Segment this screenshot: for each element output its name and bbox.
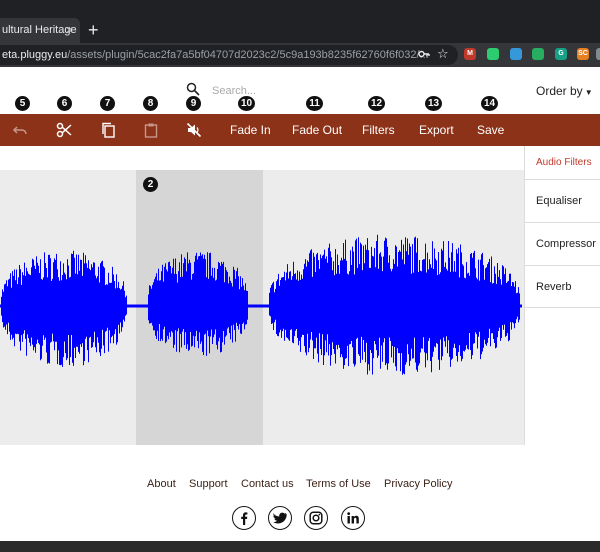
browser-tab-bar: ultural Heritage × +	[0, 0, 600, 43]
close-tab-icon[interactable]: ×	[66, 19, 73, 41]
annotation-badge: 8	[143, 96, 158, 111]
annotation-badge: 5	[15, 96, 30, 111]
fade-out-button[interactable]: Fade Out	[292, 114, 342, 146]
annotation-badge: 14	[481, 96, 498, 111]
facebook-icon[interactable]	[232, 506, 256, 530]
audio-waveform[interactable]	[0, 170, 525, 445]
order-by-dropdown[interactable]: Order by ▼	[536, 84, 593, 98]
address-bar-text: eta.pluggy.eu/assets/plugin/5cac2fa7a5bf…	[2, 45, 429, 65]
copy-icon[interactable]	[100, 122, 116, 138]
new-tab-button[interactable]: +	[88, 20, 99, 40]
annotation-badge: 13	[425, 96, 442, 111]
bookmark-star-icon[interactable]: ☆	[437, 47, 449, 61]
waveform-path	[0, 234, 522, 375]
browser-extension-icon[interactable]	[596, 48, 600, 60]
search-input[interactable]	[212, 82, 372, 100]
filters-button[interactable]: Filters	[362, 114, 395, 146]
annotation-badge: 9	[186, 96, 201, 111]
key-icon[interactable]	[418, 48, 430, 63]
paste-icon[interactable]	[143, 122, 159, 138]
cut-icon[interactable]	[56, 122, 72, 138]
undo-icon[interactable]	[12, 122, 28, 138]
annotation-badge: 10	[238, 96, 255, 111]
footer-link-contact[interactable]: Contact us	[241, 478, 294, 490]
filter-compressor[interactable]: Compressor	[525, 222, 600, 265]
fade-in-button[interactable]: Fade In	[230, 114, 271, 146]
browser-extension-icon[interactable]	[510, 48, 522, 60]
footer-link-terms[interactable]: Terms of Use	[306, 478, 371, 490]
order-by-label: Order by	[536, 84, 583, 98]
linkedin-icon[interactable]	[341, 506, 365, 530]
instagram-icon[interactable]	[304, 506, 328, 530]
annotation-badge: 11	[306, 96, 323, 111]
twitter-icon[interactable]	[268, 506, 292, 530]
url-path: /assets/plugin/5cac2fa7a5bf04707d2023c2/…	[67, 49, 429, 61]
browser-extension-icon[interactable]: SC	[577, 48, 589, 60]
browser-extension-icon[interactable]	[487, 48, 499, 60]
footer-link-support[interactable]: Support	[189, 478, 228, 490]
export-button[interactable]: Export	[419, 114, 454, 146]
filter-reverb[interactable]: Reverb	[525, 265, 600, 308]
audio-toolbar: Fade In Fade Out Filters Export Save	[0, 114, 600, 146]
browser-extension-icon[interactable]: G	[555, 48, 567, 60]
address-bar[interactable]: eta.pluggy.eu/assets/plugin/5cac2fa7a5bf…	[0, 45, 458, 65]
browser-extension-icon[interactable]: M	[464, 48, 476, 60]
chevron-down-icon: ▼	[584, 88, 593, 97]
url-host: eta.pluggy.eu	[2, 49, 68, 61]
annotation-badge: 12	[368, 96, 385, 111]
browser-extension-icon[interactable]	[532, 48, 544, 60]
footer-link-about[interactable]: About	[147, 478, 176, 490]
annotation-badge: 2	[143, 177, 158, 192]
mute-icon[interactable]	[186, 122, 202, 138]
window-bottom-edge	[0, 541, 600, 552]
audio-filters-title: Audio Filters	[536, 157, 592, 168]
save-button[interactable]: Save	[477, 114, 504, 146]
filter-equaliser[interactable]: Equaliser	[525, 179, 600, 222]
waveform-editor[interactable]: 2	[0, 170, 525, 445]
annotation-badge: 7	[100, 96, 115, 111]
annotation-badge: 6	[57, 96, 72, 111]
footer-link-privacy[interactable]: Privacy Policy	[384, 478, 452, 490]
